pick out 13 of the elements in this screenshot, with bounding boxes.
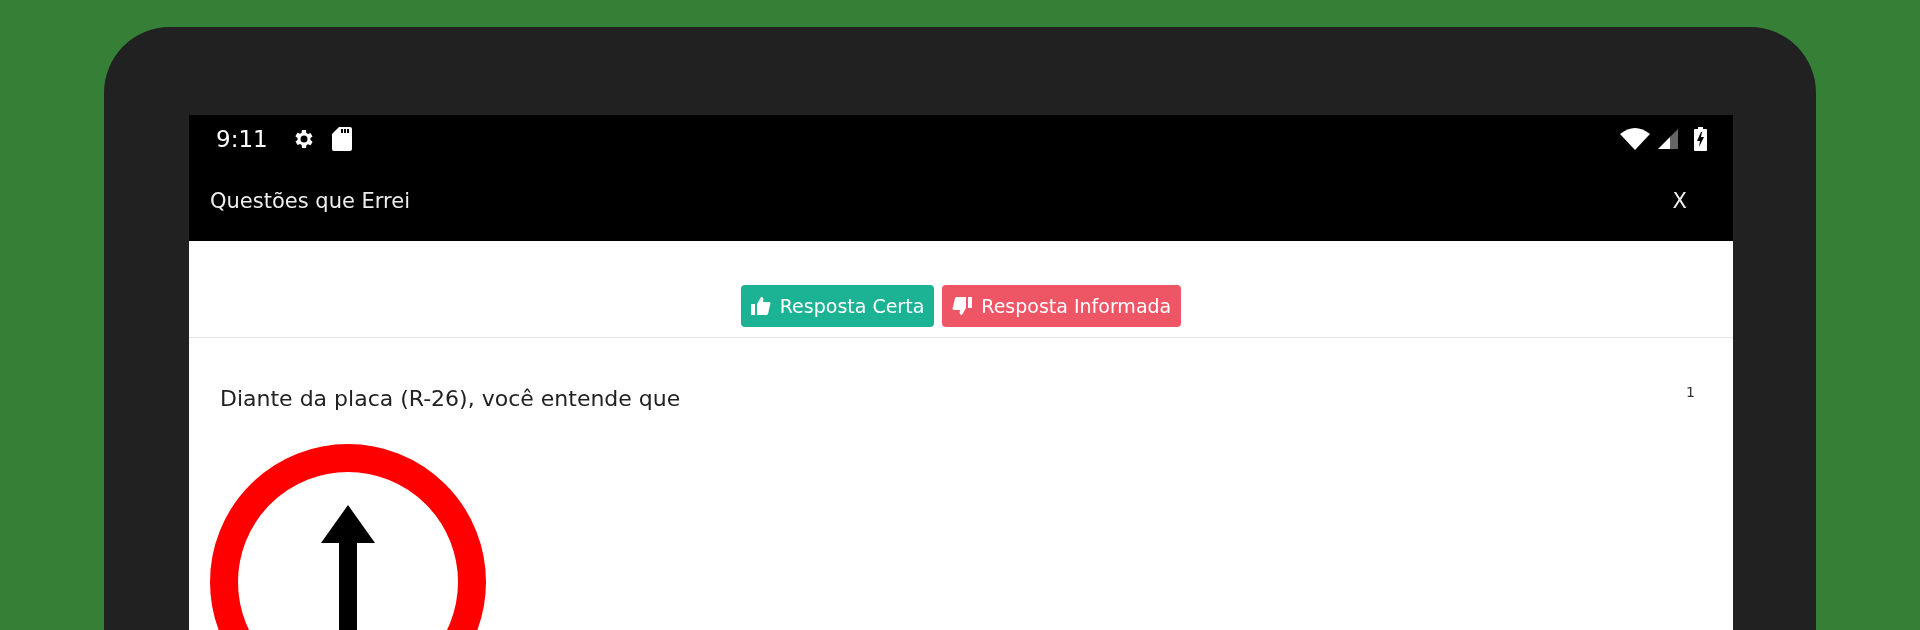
given-answer-button[interactable]: Resposta Informada: [942, 285, 1182, 327]
thumbs-up-icon: [750, 296, 771, 316]
sd-card-icon: [331, 126, 352, 152]
question-text: Diante da placa (R-26), você entende que: [220, 385, 681, 413]
signal-icon: [1658, 129, 1678, 149]
thumbs-down-icon: [952, 296, 973, 316]
correct-answer-button[interactable]: Resposta Certa: [740, 285, 935, 327]
question-number: 1: [1686, 383, 1695, 402]
battery-icon: [1694, 127, 1707, 151]
screen-title: Questões que Errei: [210, 188, 410, 216]
wifi-icon: [1620, 128, 1650, 150]
close-button[interactable]: X: [1672, 186, 1687, 218]
status-time: 9:11: [216, 124, 268, 154]
